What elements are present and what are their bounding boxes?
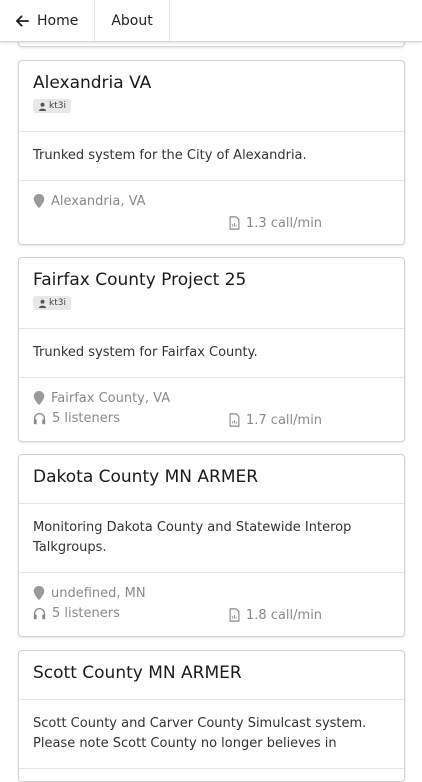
- system-description: Trunked system for the City of Alexandri…: [19, 132, 404, 181]
- location-row: Fairfax County, VA: [33, 388, 390, 408]
- system-title[interactable]: Dakota County MN ARMER: [33, 467, 390, 487]
- card-header: Dakota County MN ARMER: [19, 455, 404, 504]
- system-title[interactable]: Scott County MN ARMER: [33, 663, 390, 683]
- system-title[interactable]: Alexandria VA: [33, 73, 390, 93]
- system-description: Monitoring Dakota County and Statewide I…: [19, 504, 404, 573]
- card-meta: Alexandria, VA 1.3 call/min: [19, 181, 404, 243]
- user-icon: [38, 299, 47, 308]
- location-row: undefined, MN: [33, 583, 390, 603]
- listeners-text: 5 listeners: [52, 605, 120, 621]
- map-marker-icon: [33, 586, 45, 600]
- system-description: Trunked system for Fairfax County.: [19, 329, 404, 378]
- card-header: Alexandria VA kt3i: [19, 61, 404, 132]
- location-row: Alexandria, VA: [33, 191, 390, 211]
- location-text: Alexandria, VA: [51, 193, 146, 209]
- map-marker-icon: [33, 194, 45, 208]
- user-badge: kt3i: [33, 99, 71, 113]
- call-rate: 1.7 call/min: [229, 410, 322, 430]
- call-rate-text: 1.8 call/min: [246, 607, 323, 623]
- user-name: kt3i: [49, 101, 66, 111]
- location-text: Fairfax County, VA: [51, 390, 171, 406]
- user-badge: kt3i: [33, 296, 71, 310]
- file-audio-icon: [229, 413, 240, 427]
- home-label: Home: [37, 12, 79, 29]
- card-header: Scott County MN ARMER: [19, 651, 404, 700]
- top-nav: Home About: [0, 0, 422, 42]
- file-audio-icon: [229, 216, 240, 230]
- headphones-icon: [33, 607, 46, 619]
- call-rate: 1.3 call/min: [229, 213, 322, 233]
- home-link[interactable]: Home: [0, 0, 96, 41]
- call-rate-text: 1.3 call/min: [246, 215, 323, 231]
- system-card[interactable]: Alexandria VA kt3i Trunked system for th…: [18, 60, 405, 245]
- card-header: Fairfax County Project 25 kt3i: [19, 258, 404, 329]
- card-meta: Fairfax County, VA 5 listeners 1.7 call/…: [19, 378, 404, 440]
- system-card[interactable]: Fairfax County Project 25 kt3i Trunked s…: [18, 257, 405, 442]
- card-meta: undefined, MN 5 listeners 1.8 call/min: [19, 573, 404, 635]
- file-audio-icon: [229, 608, 240, 622]
- about-label: About: [111, 12, 153, 29]
- listeners-row: 5 listeners: [33, 408, 390, 428]
- about-link[interactable]: About: [95, 0, 170, 41]
- listeners-row: 5 listeners: [33, 603, 390, 623]
- location-text: undefined, MN: [51, 585, 146, 601]
- system-card[interactable]: Scott County MN ARMER Scott County and C…: [18, 650, 405, 782]
- user-name: kt3i: [49, 298, 66, 308]
- call-rate-text: 1.7 call/min: [246, 412, 323, 428]
- map-marker-icon: [33, 391, 45, 405]
- listeners-text: 5 listeners: [52, 410, 120, 426]
- system-title[interactable]: Fairfax County Project 25: [33, 270, 390, 290]
- call-rate: 1.8 call/min: [229, 605, 322, 625]
- system-description: Scott County and Carver County Simulcast…: [19, 700, 404, 769]
- system-card[interactable]: Dakota County MN ARMER Monitoring Dakota…: [18, 454, 405, 637]
- systems-list: Alexandria VA kt3i Trunked system for th…: [0, 0, 422, 782]
- arrow-left-icon: [16, 14, 29, 27]
- headphones-icon: [33, 412, 46, 424]
- user-icon: [38, 102, 47, 111]
